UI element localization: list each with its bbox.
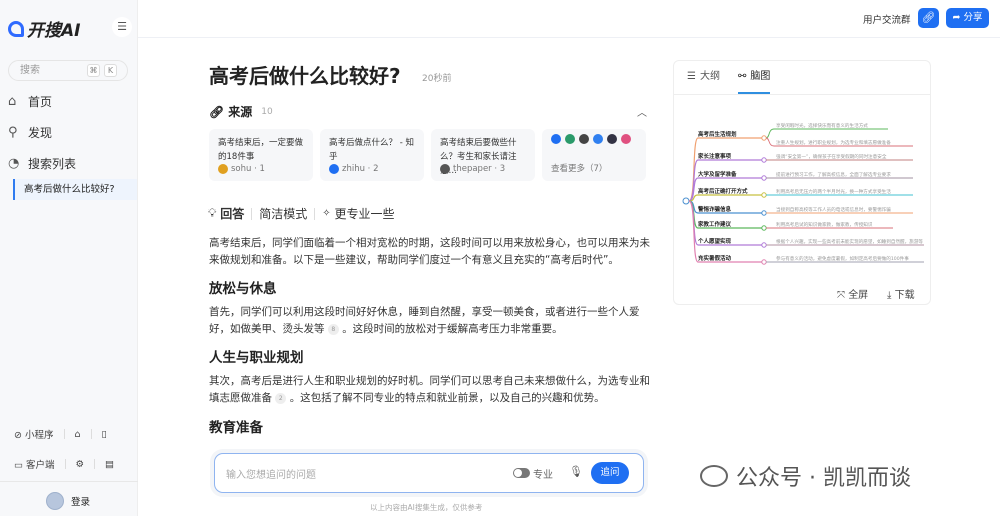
home-icon: ⌂ <box>8 94 17 109</box>
mindmap-node: 警惕诈骗信息 <box>697 205 732 213</box>
search-icon: ⚲ <box>8 125 18 140</box>
mindmap-leaf: 利用高考后无压力的两个半月时光，换一种方式享受生活 <box>776 188 891 195</box>
divider <box>90 429 92 439</box>
divider <box>0 481 138 482</box>
section-heading: 人生与职业规划 <box>209 350 304 366</box>
sidebar-item-search-list[interactable]: ◔ 搜索列表 <box>8 155 76 172</box>
answer-content: 高考结束后，同学们面临着一个相对宽松的时期，这段时间可以用来放松身心，也可以用来… <box>209 0 654 516</box>
settings-icon[interactable]: ⚙ <box>76 459 85 470</box>
history-item[interactable]: 高考后做什么比较好? <box>13 179 137 200</box>
watermark: 公众号 · 凯凯而谈 <box>700 460 911 492</box>
share-button[interactable]: ➦ 分享 <box>946 8 989 28</box>
share-icon: ➦ <box>952 12 961 23</box>
sidebar-item-discover[interactable]: ⚲ 发现 <box>8 124 52 141</box>
mindmap-leaf: 当接到自称高校等工作人员的电话或信息时，要警惕诈骗 <box>776 206 891 213</box>
client-button[interactable]: ▭ 客户端 <box>14 457 55 471</box>
divider <box>94 459 96 469</box>
mindmap-node: 充实暑假活动 <box>698 254 732 262</box>
section-heading: 放松与休息 <box>209 281 277 297</box>
mindmap-node-dot <box>761 175 767 181</box>
mindmap-leaf-line <box>765 128 888 139</box>
mobile-icon[interactable]: ▯ <box>102 429 107 440</box>
mindmap-node-dot <box>761 192 767 198</box>
microphone-icon[interactable]: 🎙︎ <box>569 465 583 478</box>
tab-mindmap[interactable]: ⚯ 脑图 <box>737 61 771 94</box>
citation[interactable]: 8 <box>327 323 339 335</box>
collapse-sidebar-button[interactable]: ☰ <box>112 17 132 37</box>
mindmap-leaf: 强调“安全第一”，确保孩子在享受假期的同时注意安全 <box>776 153 887 160</box>
mindmap-leaf: 享受闲暇时光，选择快乐而有意义的生活方式 <box>776 122 868 129</box>
section-paragraph: 其次，高考后是进行人生和职业规划的好时机。同学们可以思考自己未来想做什么，为选专… <box>209 375 650 404</box>
disclaimer: 以上内容由AI搜集生成，仅供参考 <box>370 503 483 512</box>
fullscreen-icon: ⤧ <box>837 290 845 301</box>
mindmap-node-dot <box>761 157 767 163</box>
tab-outline[interactable]: ☰ 大纲 <box>687 61 720 94</box>
mindmap-branch <box>688 194 762 202</box>
mindmap-node: 家教工作建议 <box>698 220 732 228</box>
wechat-icon <box>700 465 728 487</box>
sidebar-item-home[interactable]: ⌂ 首页 <box>8 93 52 110</box>
download-icon: ⤓ <box>887 290 892 301</box>
citation[interactable]: 2 <box>275 392 287 404</box>
link-icon: 🔗︎ <box>921 11 936 24</box>
mindmap-node: 家长注意事项 <box>698 152 732 160</box>
mindmap-leaf: 提前进行预习工作，了解高校信息，全面了解选专业要求 <box>776 171 891 178</box>
mindmap-leaf: 根据个人兴趣，实现一些高考前未能实现的愿望，如睡到自然醒，旅游等 <box>776 238 923 245</box>
mindmap-leaf: 利用高考后试的知识做家教，做家教，传授知识 <box>776 221 873 228</box>
mindmap-leaf: 注重人生规划，进行职业规划，为选专业和填志愿做准备 <box>776 139 891 146</box>
follow-up-input[interactable]: 输入您想追问的问题 专业 🎙︎ 追问 <box>214 453 644 493</box>
mindmap-root <box>682 197 690 205</box>
mindmap-node: 个人愿望实现 <box>697 237 732 245</box>
mindmap-node: 高考后生活规划 <box>698 130 737 138</box>
mindmap-panel: ☰ 大纲 ⚯ 脑图 高考后生活规划 享受闲暇时光，选择快乐而有意义的生活方式注重人生规… <box>673 60 931 305</box>
intro-paragraph: 高考结束后，同学们面临着一个相对宽松的时期，这段时间可以用来放松身心，也可以用来… <box>209 237 650 266</box>
community-link[interactable]: 用户交流群 <box>863 12 911 26</box>
divider <box>63 429 65 439</box>
mindmap-node-dot <box>761 135 767 141</box>
sidebar: 开搜AI ☰ 搜索 ⌘ K ⌂ 首页 ⚲ 发现 ◔ 搜索列表 高考后做什么比较好? ⊘… <box>0 0 138 516</box>
avatar <box>46 492 64 510</box>
logo[interactable]: 开搜AI <box>8 16 80 41</box>
mindmap-node-dot <box>761 242 767 248</box>
mindmap-node-dot <box>761 210 767 216</box>
mindmap-node: 高考后正确打开方式 <box>698 187 748 195</box>
ask-button[interactable]: 追问 <box>591 462 629 484</box>
login-button[interactable]: 登录 <box>46 492 90 510</box>
divider <box>64 459 66 469</box>
history-icon: ◔ <box>8 156 20 171</box>
logo-icon <box>8 20 24 37</box>
fullscreen-button[interactable]: ⤧ 全屏 <box>837 286 868 301</box>
kbd-k: K <box>104 64 117 77</box>
mindmap[interactable]: 高考后生活规划 享受闲暇时光，选择快乐而有意义的生活方式注重人生规划，进行职业规划… <box>674 95 932 285</box>
mindmap-node-dot <box>761 225 767 231</box>
section-paragraph: 首先，同学们可以利用这段时间好好休息，睡到自然醒，享受一顿美食，或者进行一些个人… <box>209 306 640 335</box>
download-button[interactable]: ⤓ 下载 <box>887 286 915 301</box>
copy-link-button[interactable]: 🔗︎ <box>918 8 939 28</box>
notes-icon[interactable]: ▤ <box>105 459 114 470</box>
search-input[interactable]: 搜索 ⌘ K <box>8 60 128 81</box>
pro-toggle[interactable] <box>513 468 530 478</box>
section-heading: 教育准备 <box>209 420 263 436</box>
mini-program-button[interactable]: ⊘ 小程序 <box>14 427 54 441</box>
mindmap-node-dot <box>761 259 767 265</box>
mindmap-icon: ⚯ <box>737 71 747 82</box>
mindmap-node: 大学及留学准备 <box>698 170 737 178</box>
app-icon[interactable]: ⌂ <box>75 429 81 440</box>
kbd-cmd: ⌘ <box>87 64 100 77</box>
list-icon: ☰ <box>687 71 696 82</box>
mindmap-leaf: 参与有意义的活动，避免虚度暑假，如制定高考后要做的100件事 <box>776 255 909 262</box>
